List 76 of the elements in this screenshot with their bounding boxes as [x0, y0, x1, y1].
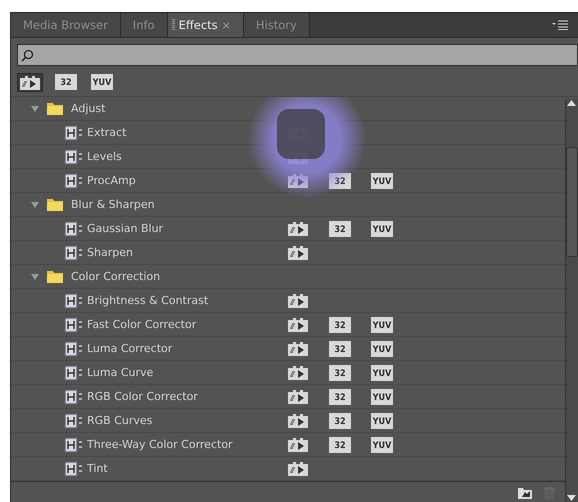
accelerated-icon	[287, 293, 309, 308]
search-icon	[21, 48, 34, 62]
format-badge: 32	[329, 340, 351, 356]
effect-icon	[65, 174, 83, 188]
accelerated-icon	[287, 412, 309, 428]
effect-item[interactable]: Gaussian Blur 32 YUV	[11, 217, 565, 241]
effect-item[interactable]: RGB Curves 32 YUV	[11, 409, 565, 433]
format-badge: YUV	[371, 412, 393, 428]
search-field[interactable]	[17, 44, 578, 66]
effect-item[interactable]: Three-Way Color Corrector 32 YUV	[11, 433, 565, 457]
effect-item[interactable]: Brightness & Contrast	[11, 289, 565, 313]
disclosure-triangle-icon[interactable]	[31, 272, 39, 280]
accelerated-icon	[287, 461, 309, 476]
accelerated-icon	[287, 245, 309, 260]
format-badge: YUV	[371, 172, 393, 188]
disclosure-triangle-icon[interactable]	[31, 200, 39, 208]
accelerated-icon	[287, 340, 309, 356]
folder-icon	[47, 102, 63, 115]
effect-icon	[65, 462, 83, 476]
accelerated-icon	[287, 172, 309, 188]
effect-item[interactable]: ProcAmp 32 YUV	[11, 169, 565, 193]
format-badge: 32	[329, 220, 351, 236]
effect-item[interactable]: Sharpen	[11, 241, 565, 265]
folder-item[interactable]: Color Correction	[11, 265, 565, 289]
grip-icon	[172, 19, 175, 31]
effect-item[interactable]: Tint	[11, 457, 565, 481]
format-badge: 32	[329, 388, 351, 404]
scrollbar[interactable]	[565, 99, 578, 502]
effect-icon	[65, 150, 83, 164]
format-badge: YUV	[371, 316, 393, 332]
effect-icon	[65, 294, 83, 308]
filter-button[interactable]	[17, 72, 43, 92]
format-badge: 32	[329, 172, 351, 188]
scroll-up-icon[interactable]	[566, 99, 577, 107]
effect-icon	[65, 438, 83, 452]
format-badge: YUV	[371, 388, 393, 404]
new-folder-icon[interactable]	[518, 486, 532, 498]
effect-icon	[65, 390, 83, 404]
panel-tab[interactable]: Info	[120, 13, 168, 37]
format-badge: YUV	[371, 436, 393, 452]
accelerated-icon	[287, 220, 309, 236]
panel-tab[interactable]: Media Browser	[11, 13, 121, 37]
accelerated-icon	[287, 388, 309, 404]
effect-icon	[65, 318, 83, 332]
accelerated-icon	[287, 364, 309, 380]
accelerated-icon	[19, 74, 41, 90]
format-badge: 32	[329, 412, 351, 428]
effect-item[interactable]: Luma Corrector 32 YUV	[11, 337, 565, 361]
filter-button[interactable]: 32	[53, 72, 79, 92]
format-badge: YUV	[371, 340, 393, 356]
effect-item[interactable]: Fast Color Corrector 32 YUV	[11, 313, 565, 337]
accelerated-icon	[287, 316, 309, 332]
folder-icon	[47, 270, 63, 283]
effect-icon	[65, 366, 83, 380]
disclosure-triangle-icon[interactable]	[31, 104, 39, 112]
format-badge: 32	[329, 436, 351, 452]
panel-tab[interactable]: History	[244, 13, 310, 37]
folder-item[interactable]: Blur & Sharpen	[11, 193, 565, 217]
effect-icon	[65, 222, 83, 236]
format-badge: YUV	[371, 364, 393, 380]
effect-icon	[65, 126, 83, 140]
effect-item[interactable]: Luma Curve 32 YUV	[11, 361, 565, 385]
effect-icon	[65, 414, 83, 428]
menu-icon[interactable]	[552, 20, 568, 30]
scroll-down-icon[interactable]	[566, 494, 577, 502]
folder-icon	[47, 198, 63, 211]
effect-item[interactable]: RGB Color Corrector 32 YUV	[11, 385, 565, 409]
close-button[interactable]: ×	[222, 18, 231, 32]
filter-button[interactable]: YUV	[89, 72, 115, 92]
format-badge: YUV	[371, 220, 393, 236]
format-badge: 32	[329, 316, 351, 332]
effect-icon	[65, 342, 83, 356]
format-badge: 32	[329, 364, 351, 380]
effect-icon	[65, 246, 83, 260]
accelerated-icon	[287, 436, 309, 452]
panel-tab[interactable]: Effects ×	[168, 13, 244, 37]
